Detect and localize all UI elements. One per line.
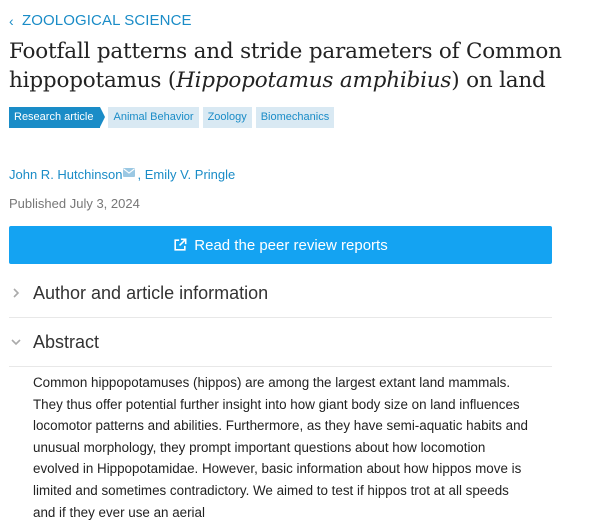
- mail-icon[interactable]: [123, 168, 136, 177]
- tag-research-article[interactable]: Research article: [9, 107, 106, 128]
- tag-zoology[interactable]: Zoology: [202, 107, 252, 128]
- title-species-name: Hippopotamus amphibius: [176, 68, 452, 93]
- tag-animal-behavior[interactable]: Animal Behavior: [108, 107, 199, 128]
- author-info-toggle[interactable]: Author and article information: [9, 269, 552, 318]
- abstract-label: Abstract: [33, 331, 100, 352]
- author-info-label: Author and article information: [33, 282, 269, 303]
- abstract-text: Common hippopotamuses (hippos) are among…: [33, 375, 528, 520]
- chevron-right-icon: [9, 288, 23, 298]
- article-title: Footfall patterns and stride parameters …: [9, 37, 569, 95]
- section-label: ZOOLOGICAL SCIENCE: [22, 12, 192, 29]
- peer-review-button[interactable]: Read the peer review reports: [9, 226, 552, 264]
- author-separator: ,: [137, 167, 145, 182]
- chevron-left-icon: ‹: [9, 12, 14, 29]
- author-list: John R. Hutchinson , Emily V. Pringle: [9, 167, 235, 182]
- article-tags: Research article Animal Behavior Zoology…: [9, 107, 335, 128]
- publish-date: Published July 3, 2024: [9, 196, 140, 211]
- author-link[interactable]: Emily V. Pringle: [145, 167, 236, 182]
- author-link[interactable]: John R. Hutchinson: [9, 167, 122, 182]
- chevron-down-icon: [9, 337, 23, 347]
- tag-biomechanics[interactable]: Biomechanics: [255, 107, 335, 128]
- abstract-toggle[interactable]: Abstract: [9, 318, 552, 367]
- section-link[interactable]: ‹ ZOOLOGICAL SCIENCE: [9, 12, 192, 29]
- title-text-end: ) on land: [451, 68, 546, 93]
- peer-review-label: Read the peer review reports: [194, 236, 388, 254]
- external-link-icon: [174, 238, 187, 251]
